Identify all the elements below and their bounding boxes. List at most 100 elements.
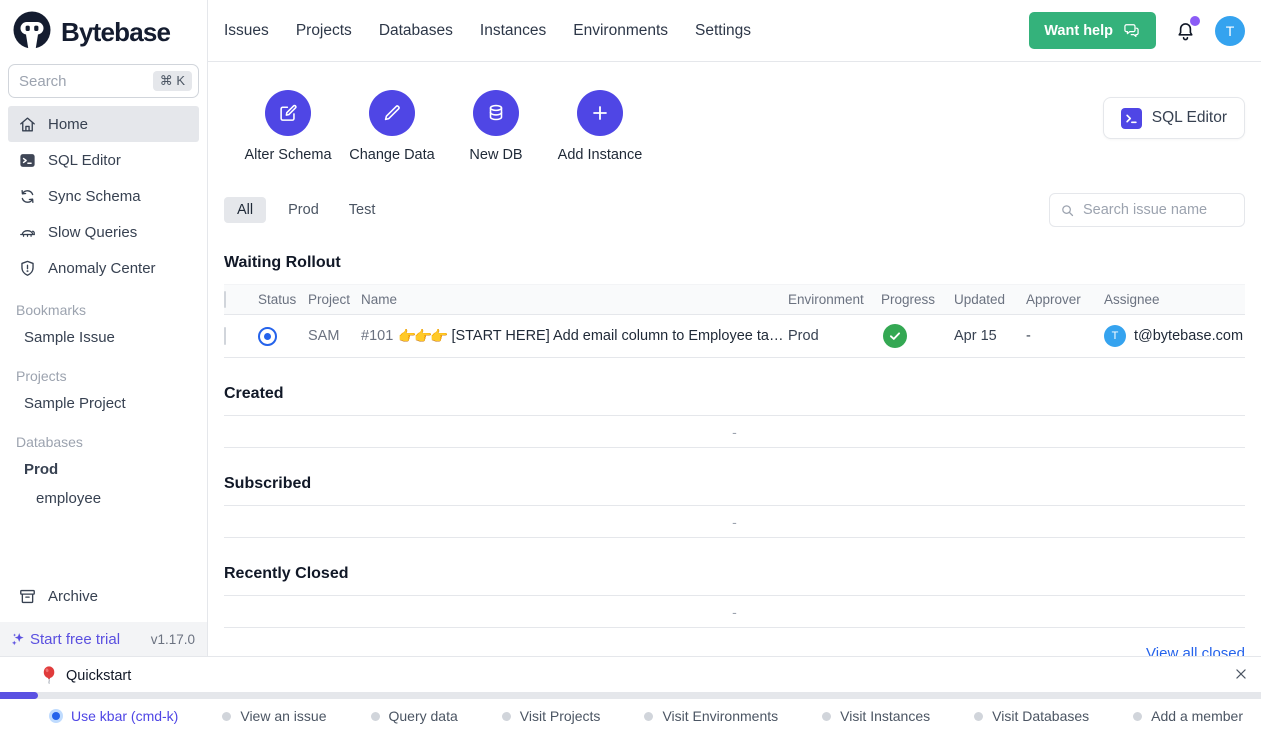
sidebar-item-sync-schema[interactable]: Sync Schema: [8, 178, 199, 214]
quickstart-item-label: Visit Projects: [520, 708, 601, 724]
close-icon[interactable]: [1234, 667, 1248, 681]
quickstart-item-visit-environments[interactable]: Visit Environments: [644, 708, 778, 724]
quickstart-item-use-kbar[interactable]: Use kbar (cmd-k): [50, 708, 178, 724]
issue-approver: -: [1026, 328, 1104, 344]
sidebar-item-label: Sync Schema: [48, 188, 141, 205]
sparkles-icon: [10, 631, 27, 648]
bytebase-logo-icon: [12, 11, 52, 53]
sidebar-item-sample-issue[interactable]: Sample Issue: [0, 323, 207, 352]
edit-square-icon: [277, 102, 299, 124]
issue-environment: Prod: [788, 328, 881, 344]
section-title-waiting-rollout: Waiting Rollout: [224, 254, 1245, 284]
top-nav: Issues Projects Databases Instances Envi…: [224, 22, 751, 40]
quickstart-progress-bar: [0, 692, 1261, 699]
section-title-recently-closed: Recently Closed: [224, 565, 1245, 595]
quickstart-item-add-member[interactable]: Add a member: [1133, 708, 1243, 724]
sidebar-item-home[interactable]: Home: [8, 106, 199, 142]
column-header-project: Project: [308, 292, 361, 307]
start-free-trial-link[interactable]: Start free trial: [10, 631, 120, 648]
created-empty-row: -: [224, 415, 1245, 448]
nav-issues[interactable]: Issues: [224, 22, 269, 40]
brand-name: Bytebase: [61, 17, 170, 48]
archive-icon: [18, 587, 37, 606]
quickstart-item-label: View an issue: [240, 708, 326, 724]
assignee-email: t@bytebase.com: [1134, 328, 1243, 344]
sidebar-group-projects: Projects: [0, 352, 207, 389]
want-help-button[interactable]: Want help: [1029, 12, 1156, 49]
view-all-closed-link[interactable]: View all closed: [1146, 645, 1245, 656]
quick-action-label: Add Instance: [558, 147, 643, 163]
quickstart-item-view-issue[interactable]: View an issue: [222, 708, 326, 724]
tab-prod[interactable]: Prod: [288, 202, 319, 218]
brand-logo[interactable]: Bytebase: [0, 0, 207, 62]
version-label: v1.17.0: [151, 632, 195, 647]
want-help-label: Want help: [1044, 23, 1113, 39]
quickstart-item-visit-projects[interactable]: Visit Projects: [502, 708, 601, 724]
column-header-approver: Approver: [1026, 292, 1104, 307]
nav-instances[interactable]: Instances: [480, 22, 546, 40]
sql-editor-button[interactable]: SQL Editor: [1103, 97, 1245, 139]
quickstart-item-query-data[interactable]: Query data: [371, 708, 458, 724]
issue-id: #101: [361, 328, 393, 344]
new-db-button[interactable]: New DB: [448, 90, 544, 163]
quickstart-item-visit-databases[interactable]: Visit Databases: [974, 708, 1089, 724]
pointing-right-emoji: 👉👉👉: [398, 328, 446, 345]
tab-test[interactable]: Test: [349, 202, 376, 218]
sidebar: Bytebase Search ⌘ K Home SQL Editor: [0, 0, 208, 656]
sql-editor-button-label: SQL Editor: [1152, 109, 1227, 127]
quick-actions: Alter Schema Change Data: [240, 90, 1245, 163]
sidebar-item-label: Anomaly Center: [48, 260, 156, 277]
change-data-button[interactable]: Change Data: [344, 90, 440, 163]
turtle-icon: [18, 223, 37, 242]
step-dot-icon: [974, 712, 983, 721]
alter-schema-button[interactable]: Alter Schema: [240, 90, 336, 163]
issue-updated: Apr 15: [954, 328, 1026, 344]
sidebar-search-input[interactable]: Search ⌘ K: [8, 64, 199, 98]
quickstart-item-label: Visit Databases: [992, 708, 1089, 724]
quick-action-label: Alter Schema: [244, 147, 331, 163]
sync-icon: [18, 187, 37, 206]
sidebar-group-bookmarks: Bookmarks: [0, 286, 207, 323]
assignee-avatar: T: [1104, 325, 1126, 347]
sidebar-item-employee[interactable]: employee: [0, 484, 207, 513]
quickstart-progress-fill: [0, 692, 38, 699]
sidebar-item-archive[interactable]: Archive: [8, 578, 199, 614]
select-all-checkbox[interactable]: [224, 291, 226, 308]
column-header-environment: Environment: [788, 292, 881, 307]
sidebar-item-slow-queries[interactable]: Slow Queries: [8, 214, 199, 250]
nav-settings[interactable]: Settings: [695, 22, 751, 40]
environment-tabs: All Prod Test Search issue name: [224, 193, 1245, 227]
notification-bell-button[interactable]: [1174, 19, 1197, 42]
section-title-created: Created: [224, 385, 1245, 415]
step-dot-icon: [222, 712, 231, 721]
tab-all[interactable]: All: [224, 197, 266, 223]
step-dot-icon: [1133, 712, 1142, 721]
sidebar-item-sql-editor[interactable]: SQL Editor: [8, 142, 199, 178]
add-instance-button[interactable]: Add Instance: [552, 90, 648, 163]
shield-alert-icon: [18, 259, 37, 278]
sidebar-item-sample-project[interactable]: Sample Project: [0, 389, 207, 418]
nav-environments[interactable]: Environments: [573, 22, 668, 40]
sidebar-item-label: Home: [48, 116, 88, 133]
pencil-icon: [381, 102, 403, 124]
section-title-subscribed: Subscribed: [224, 475, 1245, 505]
search-icon: [1060, 203, 1075, 218]
row-checkbox[interactable]: [224, 327, 226, 345]
step-dot-icon: [822, 712, 831, 721]
nav-databases[interactable]: Databases: [379, 22, 453, 40]
subscribed-empty-row: -: [224, 505, 1245, 538]
sidebar-item-anomaly-center[interactable]: Anomaly Center: [8, 250, 199, 286]
sidebar-footer: Start free trial v1.17.0: [0, 622, 207, 656]
step-dot-icon: [502, 712, 511, 721]
user-avatar[interactable]: T: [1215, 16, 1245, 46]
quickstart-item-visit-instances[interactable]: Visit Instances: [822, 708, 930, 724]
sidebar-item-label: Archive: [48, 588, 98, 605]
chat-bubbles-icon: [1122, 22, 1141, 39]
quickstart-item-label: Use kbar (cmd-k): [71, 708, 178, 724]
sidebar-item-prod[interactable]: Prod: [0, 455, 207, 484]
issue-search-input[interactable]: Search issue name: [1049, 193, 1245, 227]
terminal-icon: [18, 151, 37, 170]
nav-projects[interactable]: Projects: [296, 22, 352, 40]
plus-icon: [589, 102, 611, 124]
issue-row[interactable]: SAM #101 👉👉👉 [START HERE] Add email colu…: [224, 315, 1245, 358]
